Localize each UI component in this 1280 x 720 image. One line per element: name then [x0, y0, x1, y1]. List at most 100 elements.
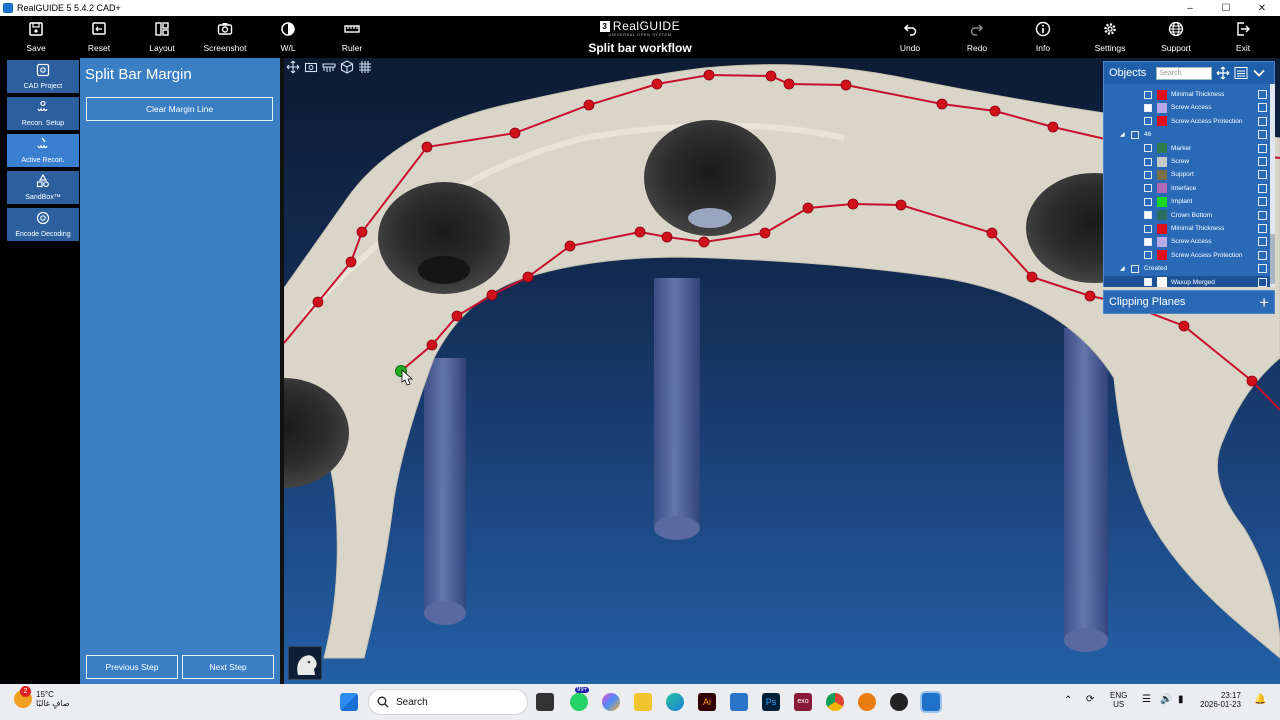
object-menu-icon[interactable] — [1258, 250, 1267, 260]
expand-triangle-icon[interactable]: ◢ — [1120, 131, 1125, 138]
object-menu-icon[interactable] — [1258, 116, 1267, 126]
previous-step-button[interactable]: Previous Step — [86, 655, 178, 679]
object-row[interactable]: Crown Bottom — [1104, 209, 1270, 222]
object-row[interactable]: Screw Access — [1104, 101, 1270, 114]
object-row[interactable]: Minimal Thickness — [1104, 88, 1270, 101]
move-view-icon[interactable] — [286, 60, 300, 74]
object-menu-icon[interactable] — [1258, 197, 1267, 207]
teeth-view-icon[interactable] — [322, 60, 336, 74]
clear-margin-line-button[interactable]: Clear Margin Line — [86, 97, 273, 121]
object-menu-icon[interactable] — [1258, 170, 1267, 180]
color-swatch[interactable] — [1157, 89, 1167, 100]
edge-icon[interactable] — [666, 693, 684, 711]
clock[interactable]: 23:17 2026-01-23 — [1200, 691, 1241, 709]
volume-icon[interactable]: 🔊 — [1160, 694, 1172, 705]
object-row[interactable]: Implant — [1104, 195, 1270, 208]
store-icon[interactable] — [730, 693, 748, 711]
redo-button[interactable]: Redo — [952, 16, 1002, 58]
visibility-checkbox[interactable] — [1144, 224, 1152, 233]
illustrator-icon[interactable]: Ai — [698, 693, 716, 711]
exocad-icon[interactable]: exo — [794, 693, 812, 711]
tray-sync-icon[interactable]: ⟳ — [1086, 694, 1094, 705]
undo-button[interactable]: Undo — [885, 16, 935, 58]
visibility-checkbox[interactable] — [1144, 197, 1152, 206]
object-row[interactable]: Screw — [1104, 155, 1270, 168]
whatsapp-icon[interactable]: 99+ — [570, 687, 590, 711]
object-row[interactable]: Screw Access — [1104, 235, 1270, 248]
objects-scrollbar[interactable] — [1270, 84, 1275, 287]
object-row[interactable]: Marker — [1104, 142, 1270, 155]
realguide-taskbar-icon[interactable] — [920, 691, 942, 713]
expand-triangle-icon[interactable]: ◢ — [1120, 265, 1125, 272]
color-swatch[interactable] — [1157, 116, 1167, 127]
nav-encode-decoding[interactable]: Encode Decoding — [7, 208, 79, 241]
object-group[interactable]: ◢ Created — [1104, 262, 1270, 275]
object-menu-icon[interactable] — [1258, 157, 1267, 166]
chevron-down-icon[interactable] — [1252, 66, 1266, 80]
file-explorer-icon[interactable] — [634, 693, 652, 711]
color-swatch[interactable] — [1157, 143, 1167, 154]
group-checkbox[interactable] — [1131, 130, 1139, 139]
add-clipping-plane-icon[interactable]: + — [1259, 294, 1269, 311]
ruler-button[interactable]: Ruler — [327, 16, 377, 58]
close-button[interactable]: ✕ — [1244, 3, 1280, 14]
minimize-button[interactable]: – — [1172, 3, 1208, 14]
object-row[interactable]: Screw Access Protection — [1104, 115, 1270, 128]
color-swatch[interactable] — [1157, 169, 1167, 180]
cube-view-icon[interactable] — [340, 60, 354, 74]
snapshot-view-icon[interactable] — [304, 60, 318, 74]
color-swatch[interactable] — [1157, 223, 1167, 234]
object-group[interactable]: ◢ 46 — [1104, 128, 1270, 141]
support-button[interactable]: Support — [1151, 16, 1201, 58]
screenshot-button[interactable]: Screenshot — [200, 16, 250, 58]
grid-view-icon[interactable] — [358, 60, 372, 74]
photoshop-icon[interactable]: Ps — [762, 693, 780, 711]
visibility-checkbox[interactable] — [1144, 117, 1152, 126]
nav-cad-project[interactable]: CAD Project — [7, 60, 79, 93]
color-swatch[interactable] — [1157, 156, 1167, 167]
nav-active-recon[interactable]: Active Recon. — [7, 134, 79, 167]
object-row[interactable]: Support — [1104, 168, 1270, 181]
windows-start-icon[interactable] — [340, 693, 358, 711]
next-step-button[interactable]: Next Step — [182, 655, 274, 679]
blender-icon[interactable] — [858, 693, 876, 711]
visibility-checkbox[interactable] — [1144, 90, 1152, 99]
color-swatch[interactable] — [1157, 236, 1167, 247]
object-menu-icon[interactable] — [1258, 277, 1267, 287]
visibility-checkbox[interactable] — [1144, 237, 1152, 246]
object-menu-icon[interactable] — [1258, 264, 1267, 274]
object-menu-icon[interactable] — [1258, 210, 1267, 220]
visibility-checkbox[interactable] — [1144, 211, 1152, 220]
color-swatch[interactable] — [1157, 210, 1167, 221]
visibility-checkbox[interactable] — [1144, 184, 1152, 193]
wifi-icon[interactable]: ☰ — [1142, 694, 1151, 705]
battery-icon[interactable]: ▮ — [1178, 694, 1184, 705]
nav-recon-setup[interactable]: Recon. Setup — [7, 97, 79, 130]
group-checkbox[interactable] — [1131, 264, 1139, 273]
move-panel-icon[interactable] — [1216, 66, 1230, 80]
orientation-head-icon[interactable] — [288, 646, 322, 680]
taskbar-search-input[interactable]: Search — [368, 689, 528, 715]
language-indicator[interactable]: ENG US — [1110, 691, 1127, 709]
object-menu-icon[interactable] — [1258, 130, 1267, 140]
object-row[interactable]: Minimal Thickness — [1104, 222, 1270, 235]
task-view-icon[interactable] — [536, 693, 554, 711]
object-menu-icon[interactable] — [1258, 183, 1267, 193]
object-row[interactable]: Waxup Merged — [1104, 275, 1270, 287]
wl-button[interactable]: W/L — [263, 16, 313, 58]
save-button[interactable]: Save — [11, 16, 61, 58]
color-swatch[interactable] — [1157, 196, 1167, 207]
color-swatch[interactable] — [1157, 277, 1167, 287]
color-swatch[interactable] — [1157, 102, 1167, 113]
maximize-button[interactable]: ☐ — [1208, 3, 1244, 14]
visibility-checkbox[interactable] — [1144, 144, 1152, 153]
visibility-checkbox[interactable] — [1144, 278, 1152, 287]
tray-chevron-icon[interactable]: ⌃ — [1064, 695, 1072, 706]
chrome-icon[interactable] — [826, 693, 844, 711]
visibility-checkbox[interactable] — [1144, 251, 1152, 260]
visibility-checkbox[interactable] — [1144, 170, 1152, 179]
object-menu-icon[interactable] — [1258, 237, 1267, 247]
object-row[interactable]: Interface — [1104, 182, 1270, 195]
object-menu-icon[interactable] — [1258, 90, 1267, 99]
object-menu-icon[interactable] — [1258, 103, 1267, 113]
